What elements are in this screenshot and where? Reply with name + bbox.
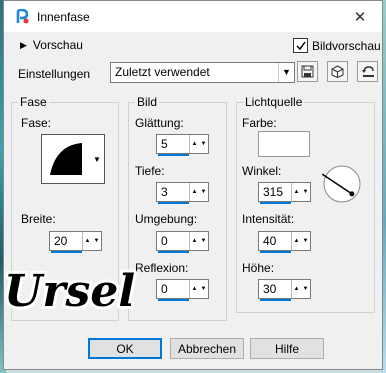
cube-icon — [331, 65, 344, 78]
save-preset-button[interactable] — [297, 61, 318, 82]
image-preview-label: Bildvorschau — [312, 38, 381, 53]
image-preview-checkbox-row[interactable]: Bildvorschau — [293, 38, 381, 53]
title-bar: Innenfase ✕ — [4, 1, 382, 32]
reset-icon — [361, 66, 374, 77]
cancel-button[interactable]: Abbrechen — [170, 338, 244, 359]
fase-group-legend: Fase — [20, 95, 47, 109]
winkel-value: 315 — [263, 185, 284, 199]
hoehe-slider-bar[interactable] — [260, 299, 291, 301]
settings-label: Einstellungen — [18, 67, 91, 81]
hoehe-spinner[interactable]: 30 ▲ ▼ — [258, 279, 311, 301]
bevel-shape-icon — [50, 143, 82, 175]
increment-icon[interactable]: ▲ — [292, 183, 301, 201]
app-icon — [16, 9, 29, 24]
image-preview-checkbox[interactable] — [293, 38, 308, 53]
increment-icon[interactable]: ▲ — [190, 280, 199, 298]
checkmark-icon — [295, 41, 306, 50]
intensitaet-spinner[interactable]: 40 ▲ ▼ — [258, 231, 311, 253]
lichtquelle-group-legend: Lichtquelle — [245, 95, 303, 109]
decrement-icon[interactable]: ▼ — [199, 280, 208, 298]
angle-dial[interactable] — [322, 164, 362, 204]
breite-label: Breite: — [21, 212, 56, 226]
umgebung-value: 0 — [161, 234, 168, 248]
expand-triangle-icon: ▶ — [20, 39, 27, 50]
umgebung-slider-bar[interactable] — [158, 251, 189, 253]
winkel-slider-bar[interactable] — [260, 202, 291, 204]
hoehe-value: 30 — [263, 282, 277, 296]
reset-button[interactable] — [357, 61, 378, 82]
decrement-icon[interactable]: ▼ — [199, 232, 208, 250]
close-button[interactable]: ✕ — [338, 1, 382, 32]
help-button[interactable]: Hilfe — [250, 338, 324, 359]
increment-icon[interactable]: ▲ — [83, 232, 92, 250]
preview-label: Vorschau — [32, 38, 83, 52]
resource-manager-button[interactable] — [327, 61, 348, 82]
cancel-label: Abbrechen — [177, 341, 237, 356]
tiefe-label: Tiefe: — [135, 164, 165, 178]
increment-icon[interactable]: ▲ — [292, 280, 301, 298]
decrement-icon[interactable]: ▼ — [301, 232, 310, 250]
save-icon — [301, 65, 314, 78]
increment-icon[interactable]: ▲ — [190, 232, 199, 250]
increment-icon[interactable]: ▲ — [292, 232, 301, 250]
decrement-icon[interactable]: ▼ — [301, 183, 310, 201]
farbe-label: Farbe: — [242, 116, 277, 130]
glaettung-spinner[interactable]: 5 ▲ ▼ — [156, 134, 209, 156]
reflexion-slider-bar[interactable] — [158, 299, 189, 301]
intensitaet-slider-bar[interactable] — [260, 251, 291, 253]
decrement-icon[interactable]: ▼ — [92, 232, 101, 250]
winkel-spinner[interactable]: 315 ▲ ▼ — [258, 182, 311, 204]
chevron-down-icon: ▼ — [93, 154, 101, 164]
light-color-swatch[interactable] — [258, 131, 310, 157]
hoehe-label: Höhe: — [242, 261, 275, 275]
breite-spinner[interactable]: 20 ▲ ▼ — [49, 231, 102, 253]
increment-icon[interactable]: ▲ — [190, 135, 199, 153]
decrement-icon[interactable]: ▼ — [199, 183, 208, 201]
watermark-text: Ursel — [4, 266, 135, 317]
window-title: Innenfase — [37, 10, 90, 24]
breite-slider-bar[interactable] — [51, 251, 82, 253]
settings-selected-value: Zuletzt verwendet — [115, 65, 210, 79]
fase-dropdown-button[interactable]: ▼ — [90, 134, 105, 184]
fase-label: Fase: — [21, 116, 52, 130]
decrement-icon[interactable]: ▼ — [199, 135, 208, 153]
help-label: Hilfe — [274, 341, 299, 356]
breite-value: 20 — [54, 234, 68, 248]
winkel-label: Winkel: — [242, 164, 282, 178]
tiefe-slider-bar[interactable] — [158, 202, 189, 204]
ok-button[interactable]: OK — [88, 338, 162, 359]
intensitaet-value: 40 — [263, 234, 277, 248]
ursel-watermark: Ursel Ursel — [2, 263, 138, 320]
umgebung-spinner[interactable]: 0 ▲ ▼ — [156, 231, 209, 253]
glaettung-slider-bar[interactable] — [158, 154, 189, 156]
umgebung-label: Umgebung: — [135, 212, 198, 226]
preview-toggle[interactable]: ▶ Vorschau — [20, 38, 83, 52]
tiefe-spinner[interactable]: 3 ▲ ▼ — [156, 182, 209, 204]
fase-shape-preview[interactable] — [41, 134, 91, 184]
glaettung-value: 5 — [161, 137, 168, 151]
close-icon: ✕ — [353, 8, 367, 26]
settings-dropdown[interactable]: Zuletzt verwendet ▼ — [110, 62, 295, 83]
chevron-down-icon[interactable]: ▼ — [278, 63, 294, 82]
increment-icon[interactable]: ▲ — [190, 183, 199, 201]
reflexion-spinner[interactable]: 0 ▲ ▼ — [156, 279, 209, 301]
intensitaet-label: Intensität: — [242, 212, 295, 226]
bild-group-legend: Bild — [137, 95, 158, 109]
reflexion-value: 0 — [161, 282, 168, 296]
glaettung-label: Glättung: — [135, 116, 184, 130]
ok-label: OK — [116, 341, 134, 356]
tiefe-value: 3 — [161, 185, 168, 199]
decrement-icon[interactable]: ▼ — [301, 280, 310, 298]
